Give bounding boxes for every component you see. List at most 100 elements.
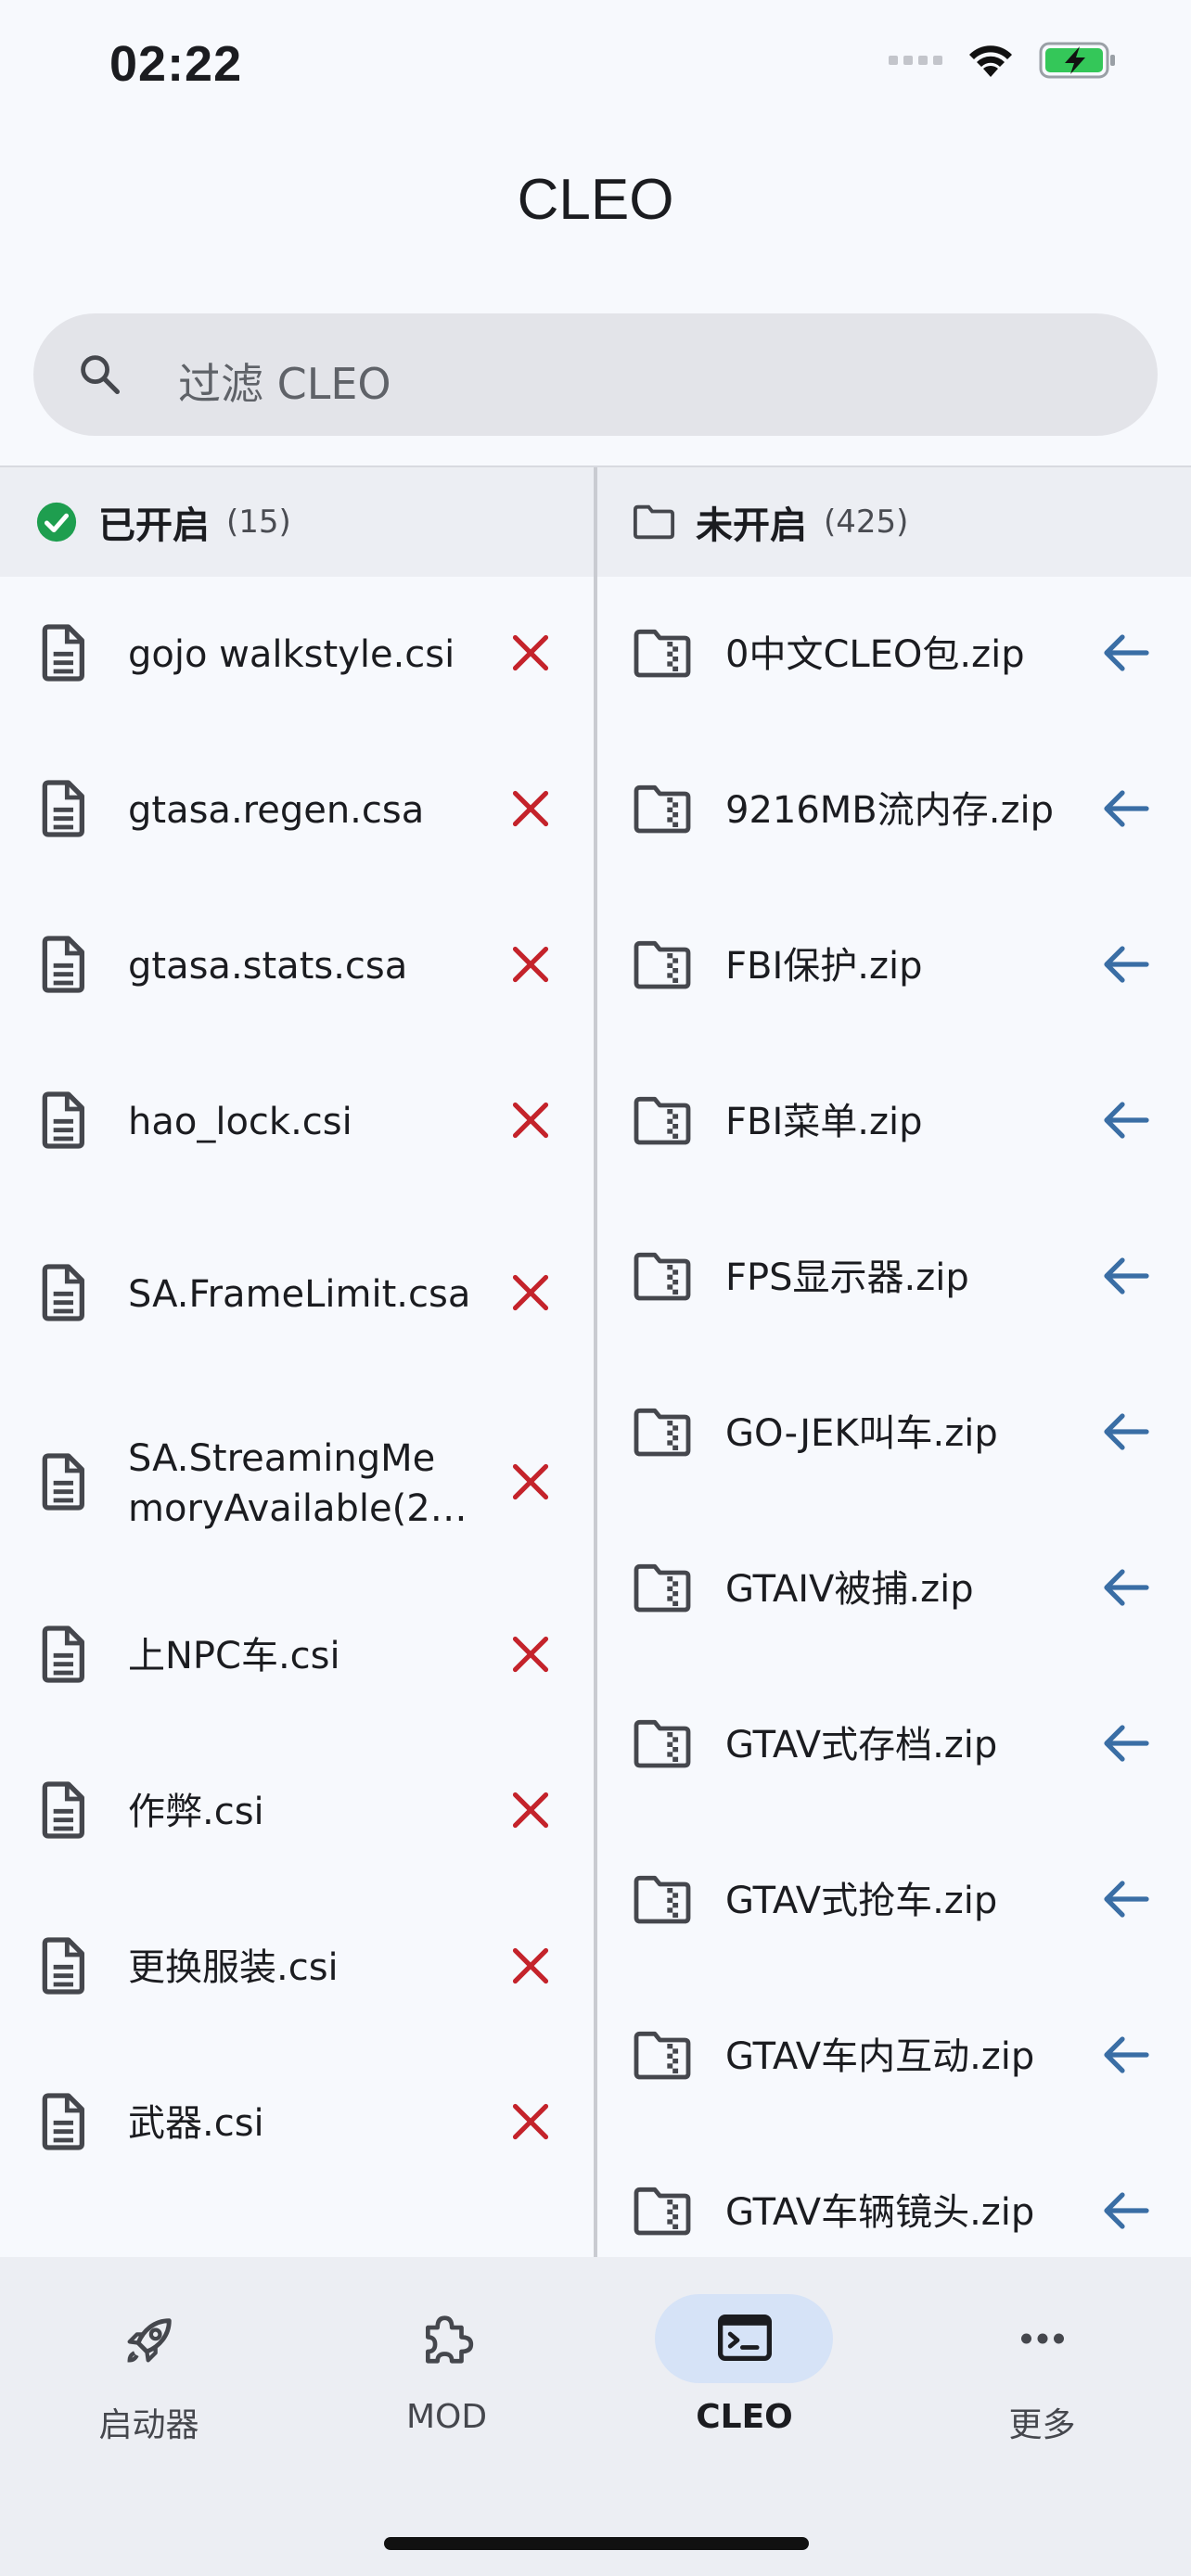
nav-more-label: 更多 (1008, 2406, 1076, 2444)
script-name: GTAV车辆镜头.zip (725, 2191, 1035, 2234)
nav-cleo[interactable]: CLEO (596, 2294, 893, 2461)
zip-folder-icon (633, 627, 692, 682)
disabled-script-row[interactable]: FBI菜单.zip (597, 1044, 1191, 1200)
enabled-script-row[interactable]: hao_lock.csi (0, 1044, 594, 1200)
disabled-script-row[interactable]: GTAV车辆镜头.zip (597, 2135, 1191, 2257)
nav-mod[interactable]: MOD (298, 2294, 596, 2461)
enabled-label: 已开启 (98, 504, 210, 547)
file-icon (37, 935, 87, 998)
disabled-label: 未开启 (696, 504, 807, 547)
script-name: GO-JEK叫车.zip (725, 1412, 998, 1455)
disabled-header: 未开启 (425) (597, 467, 1191, 577)
disabled-script-row[interactable]: GTAV式抢车.zip (597, 1823, 1191, 1979)
disable-close-icon[interactable] (510, 632, 551, 677)
search-input[interactable]: 过滤 CLEO (178, 351, 391, 412)
enable-arrow-icon[interactable] (1102, 788, 1150, 833)
enable-arrow-icon[interactable] (1102, 1567, 1150, 1612)
script-name: hao_lock.csi (128, 1101, 352, 1143)
zip-folder-icon (633, 783, 692, 838)
enabled-script-row[interactable]: 上NPC车.csi (0, 1578, 594, 1734)
nav-launcher[interactable]: 启动器 (0, 2294, 298, 2461)
terminal-icon (596, 2311, 893, 2366)
disabled-column: 未开启 (425) 0中文CLEO包.zip 9216MB流内存.zip FBI保护… (597, 467, 1191, 2257)
enable-arrow-icon[interactable] (1102, 944, 1150, 988)
status-bar: 02:22 (0, 0, 1191, 139)
script-name: GTAIV被捕.zip (725, 1568, 974, 1611)
check-circle-icon (36, 502, 77, 542)
zip-folder-icon (633, 1717, 692, 1773)
disabled-script-row[interactable]: GTAV车内互动.zip (597, 1979, 1191, 2135)
zip-folder-icon (633, 1873, 692, 1929)
enable-arrow-icon[interactable] (1102, 1879, 1150, 1923)
enable-arrow-icon[interactable] (1102, 1411, 1150, 1456)
search-bar[interactable]: 过滤 CLEO (33, 313, 1158, 436)
enabled-script-row[interactable]: gtasa.stats.csa (0, 888, 594, 1044)
disabled-script-row[interactable]: GO-JEK叫车.zip (597, 1356, 1191, 1511)
script-name: 上NPC车.csi (128, 1635, 340, 1677)
script-name: gojo walkstyle.csi (128, 633, 455, 676)
bottom-navigation: 启动器 MOD CLEO 更多 (0, 2257, 1191, 2576)
nav-more[interactable]: 更多 (893, 2294, 1191, 2461)
zip-folder-icon (633, 2029, 692, 2085)
zip-folder-icon (633, 938, 692, 994)
search-icon (76, 351, 124, 402)
enable-arrow-icon[interactable] (1102, 632, 1150, 677)
enabled-script-row[interactable]: gtasa.regen.csa (0, 733, 594, 888)
enable-arrow-icon[interactable] (1102, 1723, 1150, 1767)
script-name: gtasa.regen.csa (128, 789, 425, 832)
enabled-script-row[interactable]: 作弊.csi (0, 1734, 594, 1890)
zip-folder-icon (633, 1406, 692, 1461)
battery-charging-icon (1039, 42, 1115, 79)
disable-close-icon[interactable] (510, 1945, 551, 1990)
script-name: SA.StreamingMemoryAvailable(2… (128, 1437, 467, 1530)
disable-close-icon[interactable] (510, 2101, 551, 2146)
enable-arrow-icon[interactable] (1102, 1256, 1150, 1300)
disable-close-icon[interactable] (510, 1634, 551, 1678)
disabled-script-row[interactable]: 0中文CLEO包.zip (597, 577, 1191, 733)
script-name: FBI菜单.zip (725, 1101, 923, 1143)
zip-folder-icon (633, 2185, 692, 2240)
nav-cleo-label: CLEO (696, 2398, 793, 2436)
file-icon (37, 1625, 87, 1688)
disabled-script-row[interactable]: GTAIV被捕.zip (597, 1511, 1191, 1667)
disable-close-icon[interactable] (510, 944, 551, 988)
enabled-script-row[interactable]: 更换服装.csi (0, 1890, 594, 2046)
zip-folder-icon (633, 1562, 692, 1617)
wifi-icon (969, 45, 1012, 77)
disable-close-icon[interactable] (510, 788, 551, 833)
enabled-script-row[interactable]: 武器.csi (0, 2046, 594, 2201)
enable-arrow-icon[interactable] (1102, 2034, 1150, 2079)
disabled-script-row[interactable]: GTAV式存档.zip (597, 1667, 1191, 1823)
script-name: 0中文CLEO包.zip (725, 633, 1025, 676)
enable-arrow-icon[interactable] (1102, 2190, 1150, 2235)
nav-launcher-label: 启动器 (98, 2406, 199, 2444)
script-name: gtasa.stats.csa (128, 945, 408, 988)
enabled-column: 已开启 (15) gojo walkstyle.csi gtasa.regen.c… (0, 467, 594, 2257)
file-icon (37, 1452, 87, 1515)
disabled-script-row[interactable]: FPS显示器.zip (597, 1200, 1191, 1356)
home-indicator[interactable] (384, 2537, 809, 2550)
page-title: CLEO (517, 168, 674, 232)
enabled-header: 已开启 (15) (0, 467, 594, 577)
enabled-script-row[interactable]: gojo walkstyle.csi (0, 577, 594, 733)
enabled-script-row[interactable]: SA.FrameLimit.csa (0, 1200, 594, 1389)
disable-close-icon[interactable] (510, 1272, 551, 1317)
file-icon (37, 1936, 87, 1999)
status-icons (889, 41, 1117, 80)
disabled-script-row[interactable]: 9216MB流内存.zip (597, 733, 1191, 888)
disable-close-icon[interactable] (510, 1100, 551, 1144)
script-name: 9216MB流内存.zip (725, 789, 1054, 832)
rocket-icon (0, 2311, 298, 2366)
disabled-script-row[interactable]: FBI保护.zip (597, 888, 1191, 1044)
enabled-script-row[interactable]: SA.StreamingMemoryAvailable(2… (0, 1389, 594, 1578)
disable-close-icon[interactable] (510, 1790, 551, 1834)
script-name: FBI保护.zip (725, 945, 923, 988)
cellular-signal-icon (889, 56, 942, 65)
more-icon (893, 2311, 1191, 2366)
script-name: GTAV式抢车.zip (725, 1880, 998, 1922)
file-icon (37, 1263, 87, 1326)
enable-arrow-icon[interactable] (1102, 1100, 1150, 1144)
disable-close-icon[interactable] (510, 1461, 551, 1506)
zip-folder-icon (633, 1094, 692, 1150)
nav-mod-label: MOD (405, 2398, 488, 2436)
